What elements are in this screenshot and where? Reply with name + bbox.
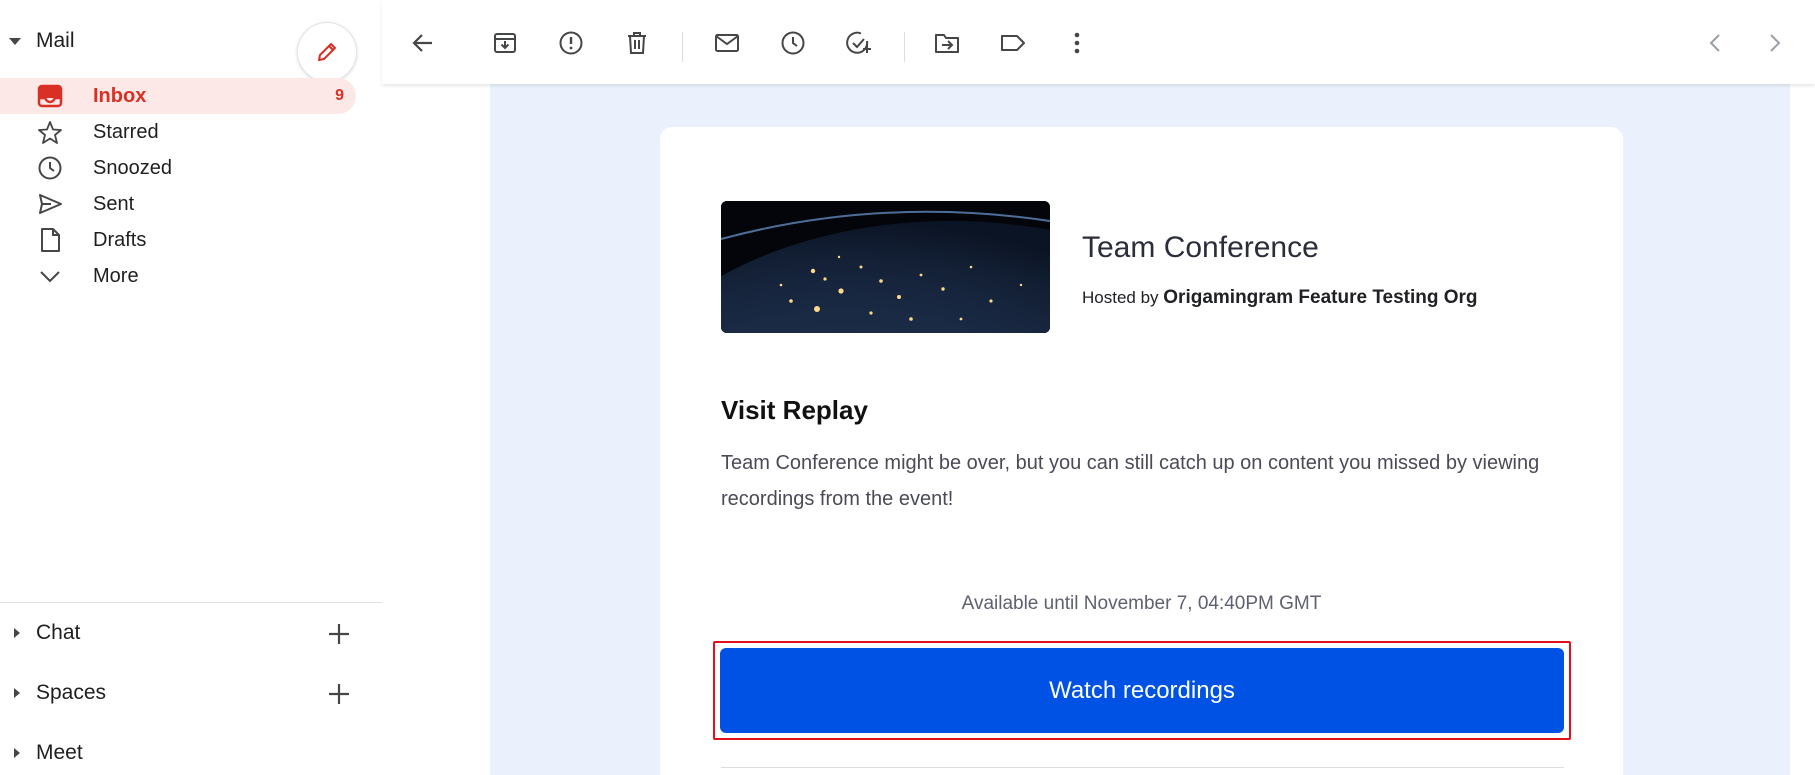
inbox-icon: [36, 84, 64, 108]
label-icon: [1001, 35, 1025, 51]
mail-header: Mail: [0, 12, 382, 82]
availability-text: Available until November 7, 04:40PM GMT: [961, 593, 1322, 614]
delete-button[interactable]: [622, 28, 652, 58]
toolbar-divider: [904, 32, 905, 62]
more-options-button[interactable]: [1062, 28, 1092, 58]
inbox-unread-count: 9: [335, 87, 344, 104]
hosted-by-line: Hosted by Origamingram Feature Testing O…: [1082, 287, 1478, 309]
event-banner-image: [721, 201, 1050, 333]
snooze-icon: [781, 31, 805, 55]
sidebar-section-spaces[interactable]: Spaces: [0, 672, 382, 716]
sidebar-item-label: Starred: [93, 120, 159, 143]
mail-nav: Inbox 9 Starred Snoozed Sent Drafts More: [0, 78, 382, 294]
sidebar-item-more[interactable]: More: [0, 258, 356, 294]
replay-heading: Visit Replay: [721, 395, 868, 425]
delete-icon: [628, 32, 646, 54]
hosted-by-prefix: Hosted by: [1082, 288, 1159, 307]
add-task-icon: [846, 31, 871, 54]
sidebar-item-label: Sent: [93, 192, 135, 215]
pencil-icon: [318, 43, 336, 61]
report-spam-icon: [559, 31, 583, 55]
caret-right-icon: [14, 688, 20, 698]
email-toolbar: [382, 0, 1815, 84]
watch-recordings-button[interactable]: Watch recordings: [720, 648, 1564, 733]
chevron-down-icon: [36, 264, 64, 288]
back-arrow-icon: [412, 34, 432, 52]
caret-down-icon[interactable]: [9, 38, 21, 45]
star-icon: [36, 120, 64, 144]
sidebar-item-label: Inbox: [93, 84, 147, 107]
toolbar-divider: [682, 32, 683, 62]
compose-button[interactable]: [297, 22, 357, 82]
archive-button[interactable]: [490, 28, 520, 58]
section-label: Spaces: [36, 681, 107, 704]
sidebar-item-drafts[interactable]: Drafts: [0, 222, 356, 258]
sidebar-item-snoozed[interactable]: Snoozed: [0, 150, 356, 186]
add-task-button[interactable]: [844, 28, 874, 58]
draft-icon: [36, 228, 64, 252]
sidebar-item-starred[interactable]: Starred: [0, 114, 356, 150]
sidebar-item-label: Drafts: [93, 228, 147, 251]
mail-title[interactable]: Mail: [36, 29, 75, 53]
card-divider: [721, 767, 1564, 768]
sidebar-divider: [0, 602, 382, 603]
caret-right-icon: [14, 628, 20, 638]
sidebar-item-sent[interactable]: Sent: [0, 186, 356, 222]
move-to-button[interactable]: [932, 28, 962, 58]
more-vert-icon: [1074, 32, 1080, 54]
snooze-button[interactable]: [778, 28, 808, 58]
mark-unread-button[interactable]: [712, 28, 742, 58]
older-button[interactable]: [1760, 28, 1790, 58]
sidebar: Mail Inbox 9 Starred Snoozed Sent Drafts…: [0, 0, 382, 775]
sidebar-section-meet[interactable]: Meet: [0, 732, 382, 775]
host-organization: Origamingram Feature Testing Org: [1163, 287, 1478, 308]
sidebar-section-chat[interactable]: Chat: [0, 612, 382, 656]
replay-description: Team Conference might be over, but you c…: [721, 452, 1540, 510]
newer-button[interactable]: [1700, 28, 1730, 58]
send-icon: [36, 192, 64, 216]
email-card: Team Conference Hosted by Origamingram F…: [660, 127, 1623, 775]
label-button[interactable]: [998, 28, 1028, 58]
section-label: Meet: [36, 741, 83, 764]
sidebar-item-label: More: [93, 264, 139, 287]
caret-right-icon: [14, 748, 20, 758]
move-to-icon: [935, 34, 959, 53]
sidebar-item-inbox[interactable]: Inbox 9: [0, 78, 356, 114]
newer-chevron-icon: [1709, 34, 1720, 52]
event-title: Team Conference: [1082, 231, 1319, 264]
plus-icon[interactable]: [325, 680, 353, 708]
older-chevron-icon: [1770, 34, 1781, 52]
archive-icon: [494, 33, 516, 53]
plus-icon[interactable]: [325, 620, 353, 648]
mark-unread-icon: [715, 34, 739, 52]
clock-icon: [36, 156, 64, 180]
sidebar-item-label: Snoozed: [93, 156, 172, 179]
report-spam-button[interactable]: [556, 28, 586, 58]
back-button[interactable]: [408, 28, 438, 58]
section-label: Chat: [36, 621, 81, 644]
